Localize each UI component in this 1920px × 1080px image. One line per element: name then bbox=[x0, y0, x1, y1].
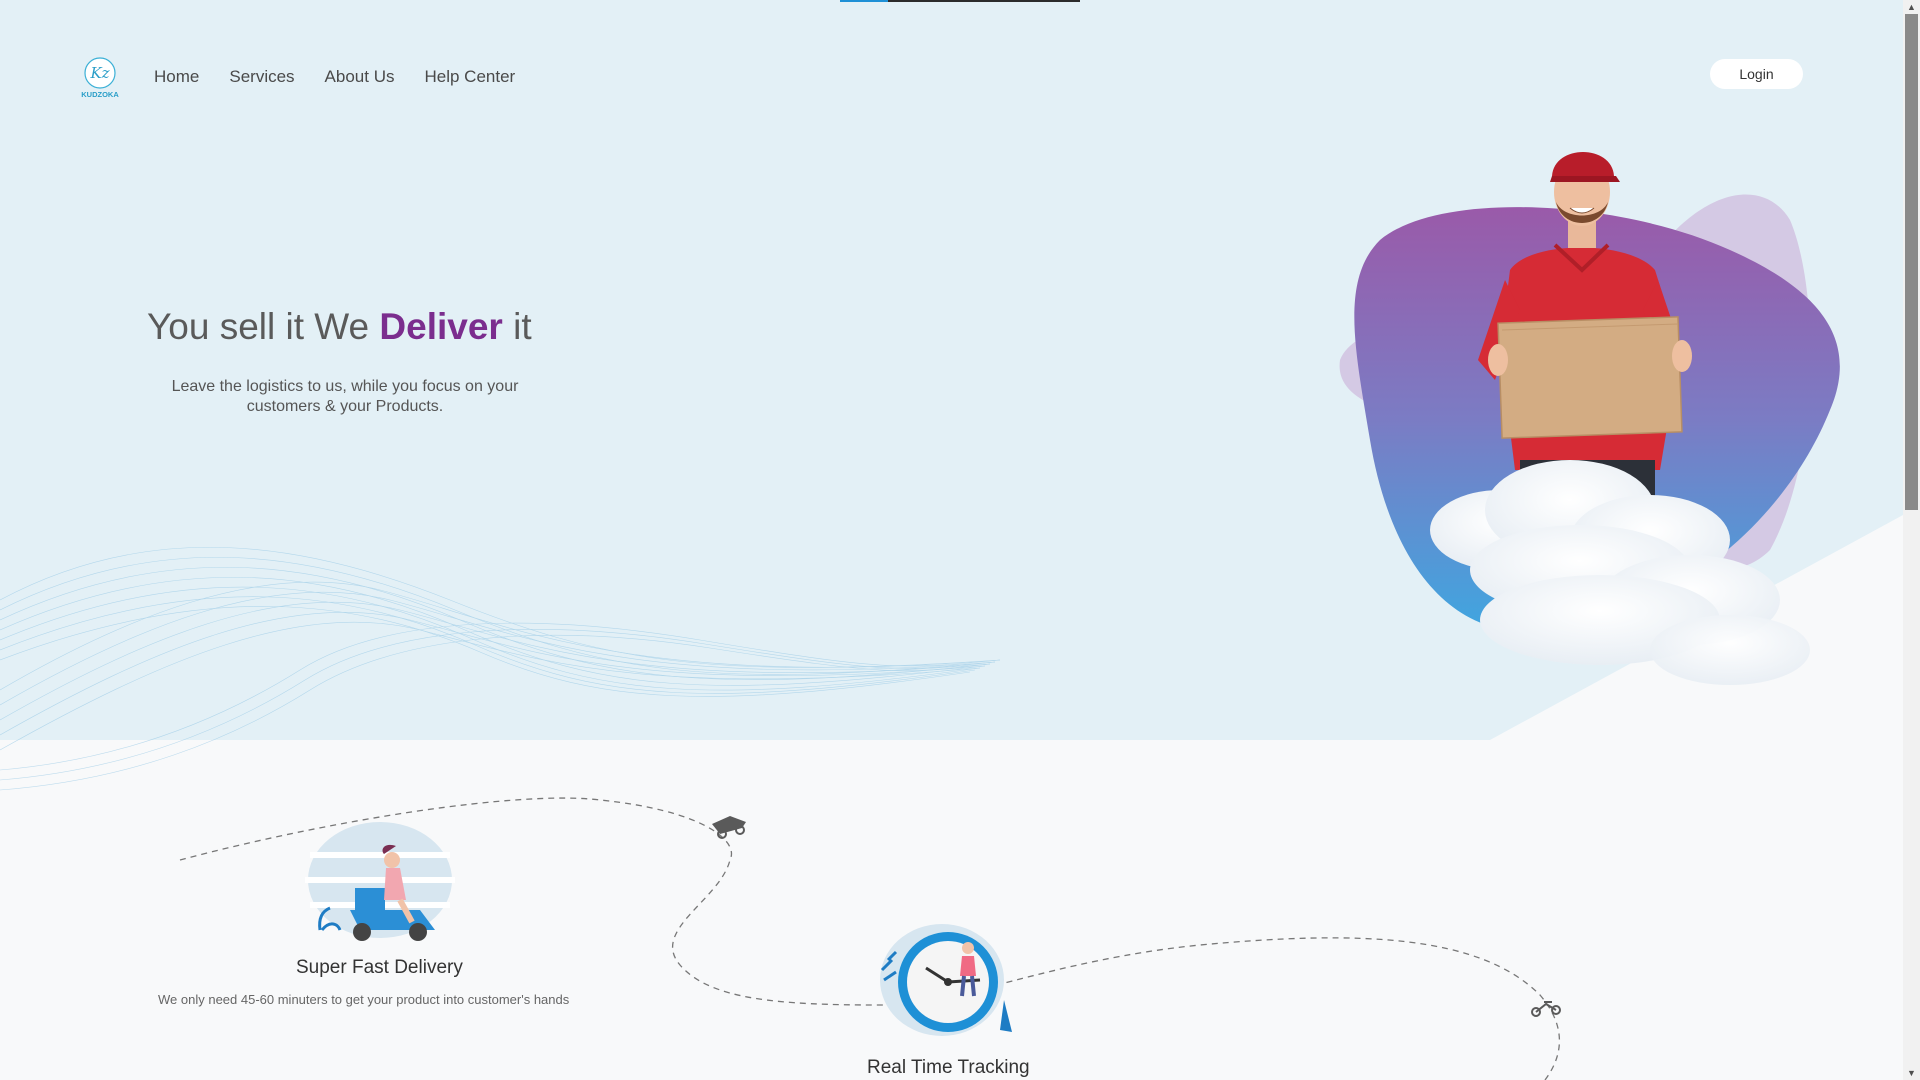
clock-tracking-icon bbox=[880, 924, 1012, 1036]
nav-links: Home Services About Us Help Center bbox=[154, 67, 545, 87]
logo-letters: Kz bbox=[89, 64, 109, 82]
scroll-down-arrow-icon[interactable]: ▼ bbox=[1903, 1066, 1920, 1080]
nav-item-help-center[interactable]: Help Center bbox=[424, 67, 515, 87]
landing-page: Kz KUDZOKA Home Services About Us Help C… bbox=[0, 0, 1903, 1080]
nav-item-home[interactable]: Home bbox=[154, 67, 199, 87]
navbar: Kz KUDZOKA Home Services About Us Help C… bbox=[78, 54, 545, 100]
brand-logo[interactable]: Kz KUDZOKA bbox=[78, 54, 124, 100]
page-scrollbar[interactable]: ▲ ▼ bbox=[1903, 0, 1920, 1080]
top-progress-fill bbox=[840, 0, 888, 2]
feature-1-description: We only need 45-60 minuters to get your … bbox=[158, 992, 570, 1007]
feature-1-title: Super Fast Delivery bbox=[296, 957, 463, 978]
hero-title-accent: Deliver bbox=[379, 306, 503, 347]
logo-icon: Kz KUDZOKA bbox=[81, 57, 119, 99]
hero-subtitle: Leave the logistics to us, while you foc… bbox=[171, 378, 519, 415]
hero-title: You sell it We Deliver it bbox=[147, 306, 532, 348]
scroll-thumb[interactable] bbox=[1905, 14, 1918, 510]
hero-illustration bbox=[1339, 152, 1840, 685]
top-progress-bar bbox=[840, 0, 1080, 2]
hero-title-part1: You sell it We bbox=[147, 306, 380, 347]
scroll-up-arrow-icon[interactable]: ▲ bbox=[1903, 0, 1920, 14]
nav-item-about-us[interactable]: About Us bbox=[325, 67, 395, 87]
nav-item-services[interactable]: Services bbox=[229, 67, 294, 87]
scooter-delivery-icon bbox=[305, 822, 455, 941]
feature-2-title: Real Time Tracking bbox=[867, 1057, 1030, 1078]
logo-wordmark: KUDZOKA bbox=[81, 90, 119, 99]
hero-title-part2: it bbox=[502, 306, 532, 347]
login-button[interactable]: Login bbox=[1710, 59, 1803, 89]
